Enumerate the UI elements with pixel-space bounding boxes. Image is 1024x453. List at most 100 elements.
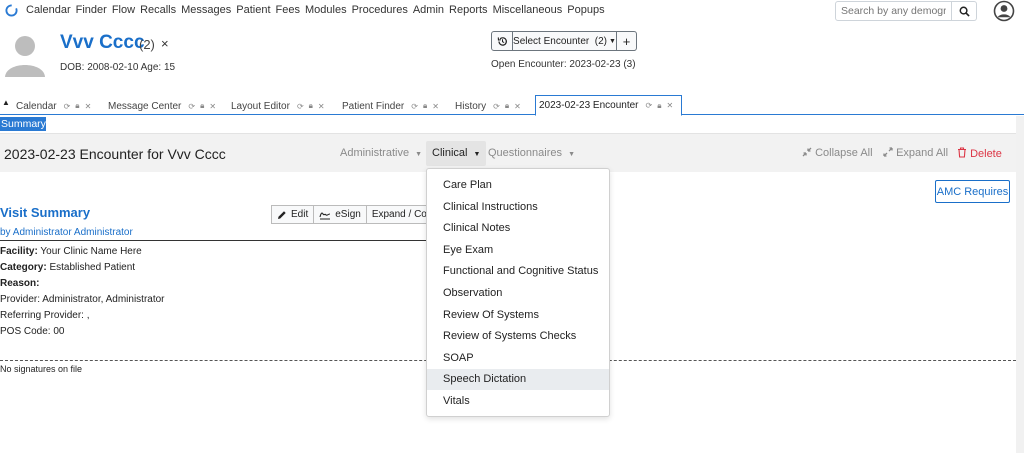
tab-label: Patient Finder <box>342 100 405 112</box>
expand-collapse-button[interactable]: Expand / Colla <box>366 205 435 224</box>
refresh-icon[interactable]: ⟳ <box>64 102 71 111</box>
tab-2023-02-23-encounter[interactable]: 2023-02-23 Encounter ⟳ 🔒︎ ✕ <box>535 95 683 116</box>
refresh-icon[interactable]: ⟳ <box>646 101 653 110</box>
encounter-title: 2023-02-23 Encounter for Vvv Cccc <box>4 146 226 162</box>
reason-label: Reason: <box>0 278 40 289</box>
caret-down-icon: ▼ <box>415 151 423 158</box>
caret-down-icon: ▼ <box>473 151 481 158</box>
menu-item-admin[interactable]: Admin <box>413 4 444 16</box>
clinical-menu-item-soap[interactable]: SOAP <box>427 348 609 369</box>
menu-item-miscellaneous[interactable]: Miscellaneous <box>493 4 563 16</box>
clinical-menu-item-vitals[interactable]: Vitals <box>427 391 609 412</box>
trash-icon <box>958 147 966 158</box>
openemr-logo-icon[interactable] <box>5 4 18 17</box>
lock-icon[interactable]: 🔒︎ <box>505 101 509 111</box>
close-icon[interactable]: ✕ <box>318 102 325 111</box>
clinical-menu-item-review-of-systems-checks[interactable]: Review of Systems Checks <box>427 326 609 347</box>
close-icon[interactable]: ✕ <box>209 102 216 111</box>
tab-layout-editor[interactable]: Layout Editor ⟳ 🔒︎ ✕ <box>231 98 330 114</box>
refresh-icon[interactable]: ⟳ <box>411 102 418 111</box>
collapse-all-button[interactable]: Collapse All <box>802 147 873 159</box>
collapse-up-icon[interactable]: ▲ <box>2 98 10 107</box>
menu-item-fees[interactable]: Fees <box>276 4 300 16</box>
close-icon[interactable]: ✕ <box>85 102 92 111</box>
patient-name[interactable]: Vvv Cccc <box>60 32 145 54</box>
lock-icon[interactable]: 🔒︎ <box>657 101 661 111</box>
administrative-menu[interactable]: Administrative ▼ <box>340 147 422 159</box>
menu-item-reports[interactable]: Reports <box>449 4 488 16</box>
menu-item-recalls[interactable]: Recalls <box>140 4 176 16</box>
delete-label: Delete <box>970 148 1002 160</box>
tab-patient-finder[interactable]: Patient Finder ⟳ 🔒︎ ✕ <box>342 98 444 114</box>
esign-button[interactable]: eSign <box>314 205 367 224</box>
caret-down-icon: ▼ <box>568 151 575 158</box>
clinical-menu-label: Clinical <box>432 147 468 159</box>
referring-provider-row: Referring Provider: , <box>0 310 90 321</box>
patient-dob-age: DOB: 2008-02-10 Age: 15 <box>60 62 176 73</box>
clinical-menu[interactable]: Clinical ▼ <box>426 141 487 166</box>
clinical-menu-item-speech-dictation[interactable]: Speech Dictation <box>427 369 609 391</box>
lock-icon[interactable]: 🔒︎ <box>309 101 313 111</box>
signature-icon <box>319 211 331 220</box>
facility-value: Your Clinic Name Here <box>40 246 142 257</box>
search-button[interactable] <box>952 1 977 21</box>
provider-row: Provider: Administrator, Administrator <box>0 294 165 305</box>
refresh-icon[interactable]: ⟳ <box>297 102 304 111</box>
close-icon[interactable]: ✕ <box>514 102 521 111</box>
tab-message-center[interactable]: Message Center ⟳ 🔒︎ ✕ <box>108 98 221 114</box>
expand-all-button[interactable]: Expand All <box>883 147 948 159</box>
encounter-history-button[interactable] <box>491 31 513 51</box>
menu-item-patient[interactable]: Patient <box>236 4 270 16</box>
menu-item-flow[interactable]: Flow <box>112 4 135 16</box>
close-icon[interactable]: ✕ <box>667 101 674 110</box>
clinical-menu-item-care-plan[interactable]: Care Plan <box>427 175 609 196</box>
new-encounter-button[interactable]: + <box>617 31 637 51</box>
menu-item-popups[interactable]: Popups <box>567 4 604 16</box>
menu-item-calendar[interactable]: Calendar <box>26 4 71 16</box>
scrollbar[interactable] <box>1016 116 1024 453</box>
user-account-icon[interactable] <box>993 0 1015 22</box>
tab-history[interactable]: History ⟳ 🔒︎ ✕ <box>455 98 526 114</box>
clinical-menu-item-clinical-instructions[interactable]: Clinical Instructions <box>427 197 609 218</box>
menu-item-procedures[interactable]: Procedures <box>352 4 408 16</box>
top-navbar: Calendar Finder Flow Recalls Messages Patient… <box>0 0 1024 22</box>
pencil-icon <box>278 210 286 219</box>
tab-label: Layout Editor <box>231 100 290 112</box>
clinical-menu-item-review-of-systems[interactable]: Review Of Systems <box>427 305 609 326</box>
menu-item-modules[interactable]: Modules <box>305 4 347 16</box>
compress-icon <box>802 147 812 157</box>
select-encounter-label: Select Encounter <box>513 35 590 47</box>
lock-icon[interactable]: 🔒︎ <box>423 101 427 111</box>
questionnaires-menu[interactable]: Questionnaires ▼ <box>488 147 575 159</box>
tab-label: Calendar <box>16 100 57 112</box>
visit-summary-author[interactable]: by Administrator Administrator <box>0 227 133 238</box>
main-menu: Calendar Finder Flow Recalls Messages Patient… <box>26 4 610 16</box>
refresh-icon[interactable]: ⟳ <box>493 102 500 111</box>
close-patient-button[interactable]: × <box>161 36 169 51</box>
amc-requires-button[interactable]: AMC Requires <box>935 180 1010 203</box>
lock-icon[interactable]: 🔒︎ <box>200 101 204 111</box>
patient-avatar <box>4 31 46 77</box>
visit-summary-title[interactable]: Visit Summary <box>0 205 90 220</box>
visit-summary-actions: Edit eSign Expand / Colla <box>271 205 435 224</box>
pos-code-row: POS Code: 00 <box>0 326 65 337</box>
select-encounter-dropdown[interactable]: Select Encounter (2) ▼ <box>513 31 617 51</box>
encounter-selector: Select Encounter (2) ▼ + <box>491 31 637 51</box>
clinical-menu-item-functional-and-cognitive-status[interactable]: Functional and Cognitive Status <box>427 261 609 282</box>
menu-item-finder[interactable]: Finder <box>76 4 107 16</box>
summary-tab[interactable]: Summary <box>0 117 46 131</box>
clinical-menu-item-eye-exam[interactable]: Eye Exam <box>427 240 609 261</box>
menu-item-messages[interactable]: Messages <box>181 4 231 16</box>
delete-encounter-button[interactable]: Delete <box>957 147 1002 160</box>
clinical-menu-item-observation[interactable]: Observation <box>427 283 609 304</box>
history-icon <box>497 36 507 46</box>
patient-search-input[interactable] <box>835 1 952 21</box>
expand-all-label: Expand All <box>896 147 949 159</box>
tab-calendar[interactable]: Calendar ⟳ 🔒︎ ✕ <box>16 98 96 114</box>
edit-button[interactable]: Edit <box>271 205 315 224</box>
clinical-menu-item-clinical-notes[interactable]: Clinical Notes <box>427 218 609 239</box>
refresh-icon[interactable]: ⟳ <box>188 102 195 111</box>
close-icon[interactable]: ✕ <box>432 102 439 111</box>
category-value: Established Patient <box>49 262 136 273</box>
lock-icon[interactable]: 🔒︎ <box>75 101 79 111</box>
